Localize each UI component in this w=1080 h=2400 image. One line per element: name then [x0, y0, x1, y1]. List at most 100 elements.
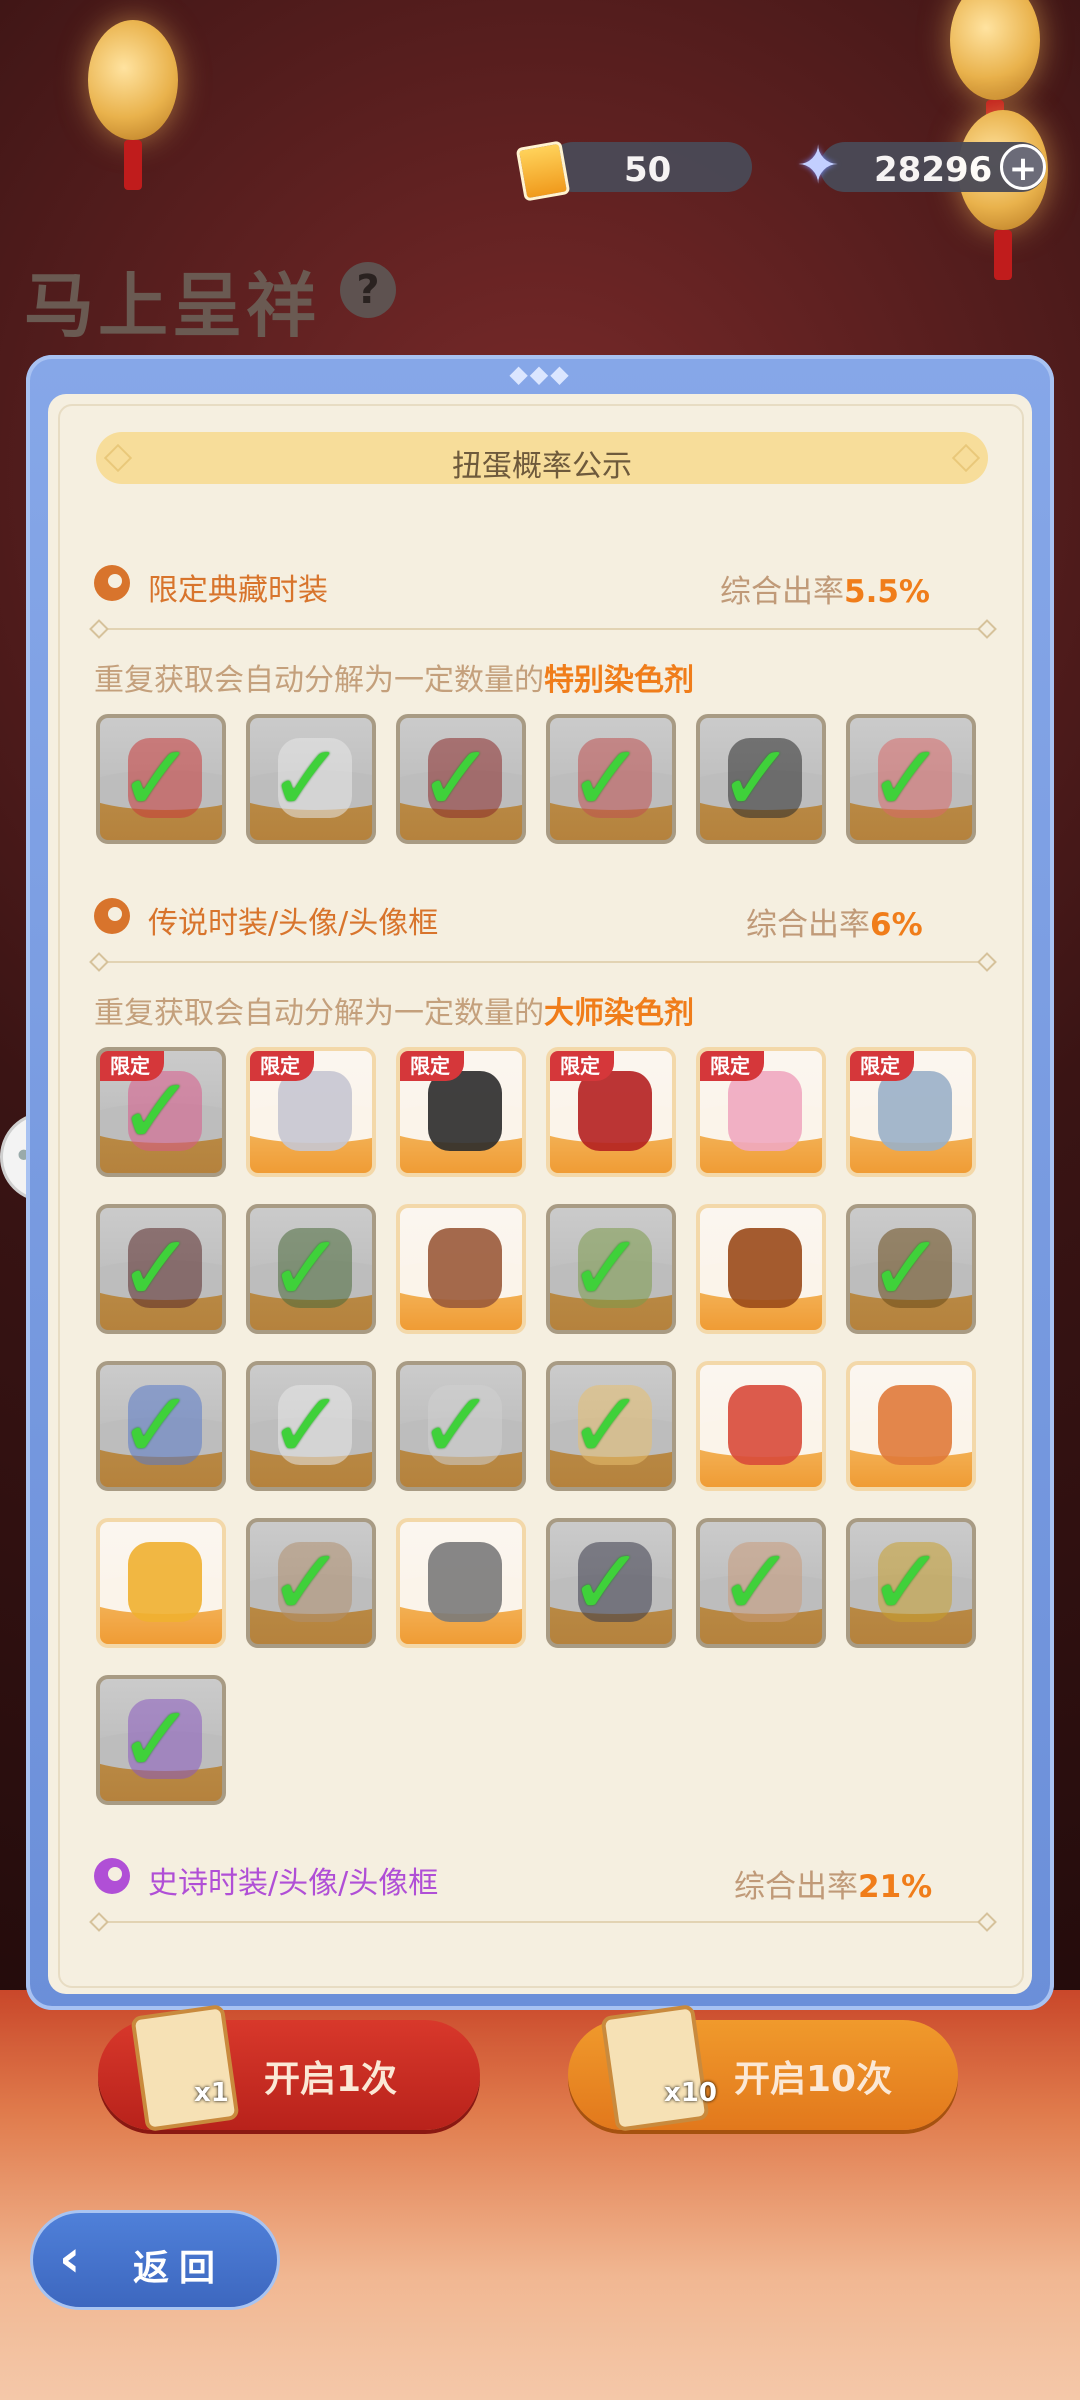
girl-avatar[interactable]: ✓	[246, 1518, 376, 1648]
ticket-icon	[515, 140, 571, 202]
section-rate: 综合出率6%	[746, 899, 923, 944]
owned-check-icon: ✓	[568, 1529, 646, 1636]
heart-pins-item[interactable]: 限定	[696, 1047, 826, 1177]
accessory-item[interactable]: ✓	[846, 714, 976, 844]
glasses-item[interactable]: 限定	[546, 1047, 676, 1177]
section-name: 传说时装/头像/头像框	[148, 906, 439, 941]
section-moon-icon	[94, 565, 130, 601]
card-pack-icon	[130, 2004, 240, 2132]
item-art	[428, 1542, 502, 1622]
owned-check-icon: ✓	[118, 725, 196, 832]
lantern-decoration	[88, 20, 178, 190]
limited-tag: 限定	[400, 1051, 464, 1081]
bow-item[interactable]: ✓	[96, 1361, 226, 1491]
item-art	[278, 1071, 352, 1151]
tiger-avatar[interactable]	[846, 1361, 976, 1491]
rate-label: 综合出率	[734, 1869, 858, 1905]
rate-value: 21%	[858, 1869, 933, 1905]
cat-hat-item[interactable]: ✓	[246, 1361, 376, 1491]
lantern-decoration	[950, 0, 1040, 150]
gold-ring-frame[interactable]: ✓	[846, 1518, 976, 1648]
ticket-count: 50	[624, 150, 672, 190]
section-note: 重复获取会自动分解为一定数量的特别染色剂	[94, 655, 694, 699]
item-art	[428, 1228, 502, 1308]
limited-tag: 限定	[850, 1051, 914, 1081]
black-hair-item[interactable]: ✓	[696, 714, 826, 844]
note-text: 重复获取会自动分解为一定数量的	[94, 996, 544, 1031]
modal-title-banner: 扭蛋概率公示	[96, 432, 988, 484]
limited-tag: 限定	[250, 1051, 314, 1081]
item-art	[578, 1071, 652, 1151]
brown-hair-item[interactable]	[396, 1204, 526, 1334]
costume-item[interactable]: ✓	[546, 714, 676, 844]
section-divider	[98, 1921, 988, 1923]
owned-check-icon: ✓	[118, 1372, 196, 1479]
cannon-item[interactable]: ✓	[846, 1204, 976, 1334]
limited-tag: 限定	[700, 1051, 764, 1081]
rate-label: 综合出率	[720, 574, 844, 610]
section-moon-icon	[94, 898, 130, 934]
burst-frame[interactable]	[396, 1518, 526, 1648]
item-art	[878, 1071, 952, 1151]
owned-check-icon: ✓	[568, 1372, 646, 1479]
open-ten-multiplier: x10	[664, 2078, 717, 2108]
open-once-label: 开启1次	[264, 2059, 398, 2100]
owned-check-icon: ✓	[268, 1372, 346, 1479]
section-name: 限定典藏时装	[148, 573, 328, 608]
owned-check-icon: ✓	[118, 1058, 196, 1165]
fox-gold-avatar[interactable]	[96, 1518, 226, 1648]
star-icon: ✦	[796, 136, 840, 196]
modal-ornament: ◆◆◆	[509, 360, 571, 388]
hello-frame[interactable]: ✓	[696, 1518, 826, 1648]
pale-item[interactable]: ✓	[396, 1361, 526, 1491]
pink-hair-item[interactable]: 限定 ✓	[96, 1047, 226, 1177]
rate-value: 5.5%	[844, 574, 930, 610]
violin-item[interactable]	[696, 1204, 826, 1334]
item-art	[728, 1071, 802, 1151]
note-highlight: 特别染色剂	[544, 663, 694, 698]
owned-check-icon: ✓	[868, 725, 946, 832]
limited-tag: 限定	[550, 1051, 614, 1081]
ticket-counter: 50	[548, 142, 752, 192]
star-clip-item[interactable]: 限定	[246, 1047, 376, 1177]
cage-frame[interactable]: ✓	[546, 1518, 676, 1648]
section-divider	[98, 961, 988, 963]
owned-check-icon: ✓	[118, 1215, 196, 1322]
owned-check-icon: ✓	[268, 725, 346, 832]
open-once-multiplier: x1	[194, 2078, 229, 2108]
ornament-item[interactable]: ✓	[396, 714, 526, 844]
section-note: 重复获取会自动分解为一定数量的大师染色剂	[94, 988, 694, 1032]
section-moon-icon	[94, 1858, 130, 1894]
star-count: 28296	[874, 150, 993, 190]
owned-check-icon: ✓	[418, 725, 496, 832]
spear-item[interactable]: ✓	[96, 1204, 226, 1334]
red-monster-avatar[interactable]	[696, 1361, 826, 1491]
outfit-item[interactable]: 限定	[846, 1047, 976, 1177]
open-ten-button[interactable]: x10 开启10次	[568, 2004, 958, 2132]
purple-frame[interactable]: ✓	[96, 1675, 226, 1805]
green-braid-item[interactable]: ✓	[546, 1204, 676, 1334]
dark-hair-item[interactable]: 限定	[396, 1047, 526, 1177]
sparkle-item[interactable]: ✓	[546, 1361, 676, 1491]
add-currency-button[interactable]: +	[1000, 144, 1046, 190]
sword-item[interactable]: ✓	[96, 714, 226, 844]
back-label: 返回	[133, 2248, 226, 2289]
item-art	[728, 1228, 802, 1308]
card-pack-icon	[600, 2004, 710, 2132]
rate-label: 综合出率	[746, 907, 870, 943]
owned-check-icon: ✓	[718, 725, 796, 832]
owned-check-icon: ✓	[268, 1215, 346, 1322]
section-divider	[98, 628, 988, 630]
owned-check-icon: ✓	[868, 1215, 946, 1322]
back-button[interactable]: ‹ 返回	[30, 2210, 280, 2310]
item-art	[878, 1385, 952, 1465]
item-art	[428, 1071, 502, 1151]
green-spear-item[interactable]: ✓	[246, 1204, 376, 1334]
owned-check-icon: ✓	[568, 725, 646, 832]
rate-value: 6%	[870, 907, 923, 943]
white-hair-item[interactable]: ✓	[246, 714, 376, 844]
item-art	[728, 1385, 802, 1465]
help-icon[interactable]: ?	[340, 262, 396, 318]
owned-check-icon: ✓	[418, 1372, 496, 1479]
open-once-button[interactable]: x1 开启1次	[98, 2004, 480, 2132]
